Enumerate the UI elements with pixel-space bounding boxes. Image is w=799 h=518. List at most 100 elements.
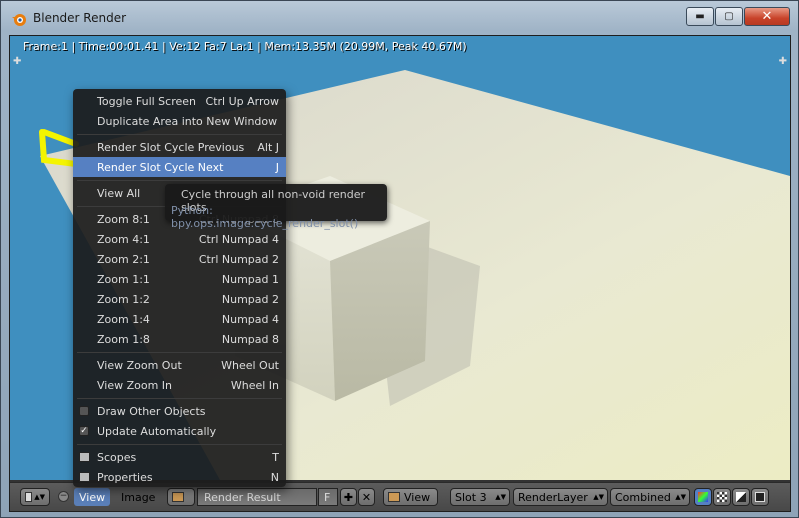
menu-item-scopes[interactable]: Scopes T	[73, 447, 286, 467]
menu-item-label: Zoom 4:1	[97, 232, 150, 246]
area-corner-handle[interactable]: ✚	[779, 56, 787, 67]
menu-item-render-slot-next[interactable]: Render Slot Cycle Next J	[73, 157, 286, 177]
menu-item-shortcut: T	[272, 450, 279, 464]
menu-item-zoom-1-4[interactable]: Zoom 1:4 Numpad 4	[73, 309, 286, 329]
plus-icon: ✚	[343, 490, 354, 504]
menu-item-shortcut: Alt J	[257, 140, 279, 154]
draw-color-alpha-button[interactable]	[694, 488, 712, 506]
image-editor-icon	[25, 492, 33, 502]
menu-item-label: Render Slot Cycle Previous	[97, 140, 245, 154]
menu-item-label: Zoom 1:4	[97, 312, 150, 326]
menu-item-properties[interactable]: Properties N	[73, 467, 286, 487]
menu-item-shortcut: Ctrl Up Arrow	[205, 94, 279, 108]
chevron-down-icon: ▲▼	[495, 493, 506, 501]
image-icon	[388, 492, 400, 502]
view-context-menu: Toggle Full Screen Ctrl Up Arrow Duplica…	[73, 89, 286, 487]
menu-item-label: Zoom 8:1	[97, 212, 150, 226]
menu-item-label: Render Slot Cycle Next	[97, 160, 224, 174]
maximize-button[interactable]: ▢	[715, 7, 743, 26]
menu-separator	[77, 398, 282, 399]
unlink-image-button[interactable]: ✕	[358, 488, 375, 506]
menu-item-label: Duplicate Area into New Window	[97, 114, 278, 128]
image-menu[interactable]: Image	[116, 488, 160, 506]
panel-icon	[79, 452, 90, 462]
menu-item-shortcut: N	[270, 470, 279, 484]
menu-item-shortcut: Numpad 2	[221, 292, 279, 306]
menu-separator	[77, 352, 282, 353]
menu-item-label: View All	[97, 186, 141, 200]
menu-item-zoom-1-2[interactable]: Zoom 1:2 Numpad 2	[73, 289, 286, 309]
menu-item-label: Zoom 1:2	[97, 292, 150, 306]
tooltip-python: Python: bpy.ops.image.cycle_render_slot(…	[171, 204, 359, 230]
close-button[interactable]: ✕	[744, 7, 790, 26]
chevron-down-icon: ▲▼	[593, 493, 604, 501]
editor-type-button[interactable]: ▲▼	[20, 488, 50, 506]
render-pass-label: Combined	[615, 490, 671, 504]
draw-zbuffer-button[interactable]	[751, 488, 769, 506]
slot-dropdown[interactable]: Slot 3 ▲▼	[450, 488, 510, 506]
view-menu[interactable]: View	[74, 488, 111, 506]
render-layer-label: RenderLayer	[518, 490, 588, 504]
draw-color-button[interactable]	[713, 488, 731, 506]
menu-item-shortcut: Ctrl Numpad 4	[198, 232, 279, 246]
render-layer-dropdown[interactable]: RenderLayer ▲▼	[513, 488, 608, 506]
menu-item-view-zoom-out[interactable]: View Zoom Out Wheel Out	[73, 355, 286, 375]
image-browse-button[interactable]	[167, 488, 195, 506]
menu-item-shortcut: Numpad 8	[221, 332, 279, 346]
menu-item-zoom-2-1[interactable]: Zoom 2:1 Ctrl Numpad 2	[73, 249, 286, 269]
menu-item-label: Zoom 1:1	[97, 272, 150, 286]
menu-item-label: Zoom 2:1	[97, 252, 150, 266]
render-stats: Frame:1 | Time:00:01.41 | Ve:12 Fa:7 La:…	[23, 40, 467, 53]
menu-item-label: Draw Other Objects	[97, 404, 206, 418]
menu-item-zoom-1-1[interactable]: Zoom 1:1 Numpad 1	[73, 269, 286, 289]
color-alpha-icon	[698, 492, 708, 502]
tooltip: Cycle through all non-void render slots …	[165, 184, 387, 230]
blender-logo-icon	[12, 14, 26, 26]
menu-item-draw-other-objects[interactable]: Draw Other Objects	[73, 401, 286, 421]
menu-item-zoom-4-1[interactable]: Zoom 4:1 Ctrl Numpad 4	[73, 229, 286, 249]
menu-item-duplicate-area[interactable]: Duplicate Area into New Window	[73, 111, 286, 131]
menu-item-update-automatically[interactable]: ✓ Update Automatically	[73, 421, 286, 441]
window-title: Blender Render	[33, 11, 127, 25]
menu-item-label: Scopes	[97, 450, 137, 464]
fake-user-button[interactable]: F	[318, 488, 338, 506]
menu-item-label: View Zoom In	[97, 378, 173, 392]
image-icon	[172, 492, 184, 502]
slot-label: Slot 3	[455, 490, 487, 504]
chevron-down-icon: ▲▼	[675, 493, 686, 501]
menu-item-shortcut: Numpad 4	[221, 312, 279, 326]
menu-item-view-zoom-in[interactable]: View Zoom In Wheel In	[73, 375, 286, 395]
render-pass-dropdown[interactable]: Combined ▲▼	[610, 488, 690, 506]
menu-item-shortcut: Wheel Out	[221, 358, 279, 372]
draw-alpha-button[interactable]	[732, 488, 750, 506]
menu-separator	[77, 134, 282, 135]
panel-icon	[79, 472, 90, 482]
minimize-button[interactable]: ▬	[686, 7, 714, 26]
view-select-dropdown[interactable]: View	[383, 488, 438, 506]
zbuffer-icon	[755, 492, 765, 502]
close-icon: ✕	[361, 490, 372, 504]
new-image-button[interactable]: ✚	[340, 488, 357, 506]
menu-item-render-slot-previous[interactable]: Render Slot Cycle Previous Alt J	[73, 137, 286, 157]
menu-item-shortcut: Numpad 1	[221, 272, 279, 286]
menu-item-label: View Zoom Out	[97, 358, 182, 372]
collapse-menus-icon[interactable]: −	[58, 491, 69, 502]
menu-item-label: Properties	[97, 470, 153, 484]
checkbox-checked-icon[interactable]: ✓	[79, 426, 89, 436]
menu-item-shortcut: J	[275, 160, 279, 174]
alpha-icon	[736, 492, 746, 502]
view-select-label: View	[404, 490, 431, 504]
checker-icon	[717, 492, 727, 502]
title-bar: Blender Render ▬ ▢ ✕	[1, 1, 798, 35]
checkbox-unchecked-icon[interactable]	[79, 406, 89, 416]
menu-separator	[77, 180, 282, 181]
menu-item-toggle-full-screen[interactable]: Toggle Full Screen Ctrl Up Arrow	[73, 91, 286, 111]
menu-item-zoom-1-8[interactable]: Zoom 1:8 Numpad 8	[73, 329, 286, 349]
menu-item-shortcut: Ctrl Numpad 2	[198, 252, 279, 266]
chevron-down-icon: ▲▼	[34, 493, 45, 501]
area-corner-handle[interactable]: ✚	[13, 56, 21, 67]
image-name-field[interactable]: Render Result	[197, 488, 317, 506]
menu-item-label: Toggle Full Screen	[97, 94, 196, 108]
menu-item-label: Zoom 1:8	[97, 332, 150, 346]
menu-item-shortcut: Wheel In	[230, 378, 279, 392]
